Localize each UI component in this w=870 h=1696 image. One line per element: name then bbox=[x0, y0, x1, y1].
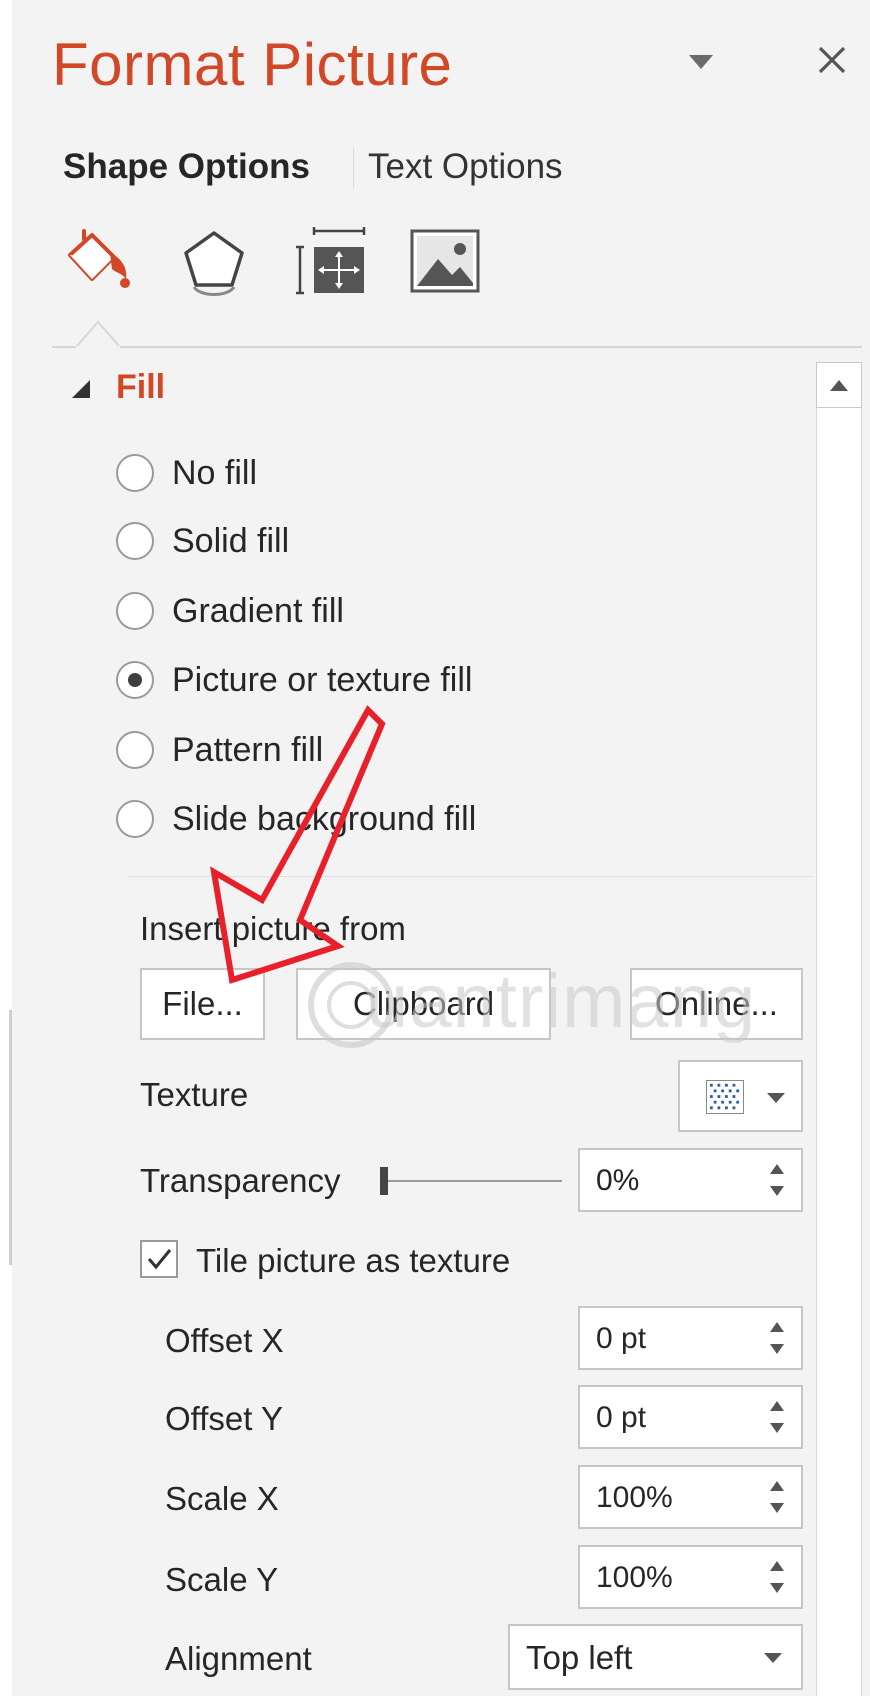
radio-button[interactable] bbox=[116, 800, 154, 838]
chevron-down-icon bbox=[764, 1653, 782, 1663]
radio-button[interactable] bbox=[116, 731, 154, 769]
scale-x-spinbox[interactable]: 100% bbox=[578, 1465, 803, 1529]
radio-label: Gradient fill bbox=[172, 591, 344, 630]
radio-pattern-fill[interactable]: Pattern fill bbox=[116, 726, 323, 774]
offset-x-spinbox[interactable]: 0 pt bbox=[578, 1306, 803, 1370]
chevron-down-icon bbox=[767, 1093, 785, 1103]
radio-button[interactable] bbox=[116, 522, 154, 560]
clipboard-button[interactable]: Clipboard bbox=[296, 968, 551, 1040]
radio-button[interactable] bbox=[116, 661, 154, 699]
spin-arrows-icon[interactable] bbox=[767, 1397, 787, 1437]
spin-arrows-icon[interactable] bbox=[767, 1318, 787, 1358]
radio-label: Pattern fill bbox=[172, 730, 324, 769]
transparency-slider-track[interactable] bbox=[384, 1180, 562, 1182]
insert-picture-from-label: Insert picture from bbox=[140, 910, 406, 947]
radio-label: Picture or texture fill bbox=[172, 660, 473, 699]
spin-value: 0% bbox=[596, 1164, 640, 1197]
scrollbar-track[interactable] bbox=[816, 362, 862, 1696]
online-button[interactable]: Online... bbox=[630, 968, 803, 1040]
select-value: Top left bbox=[526, 1639, 633, 1676]
task-pane-options-icon[interactable] bbox=[686, 50, 716, 74]
left-edge bbox=[0, 0, 12, 1696]
alignment-label: Alignment bbox=[165, 1640, 312, 1677]
radio-label: Slide background fill bbox=[172, 799, 477, 838]
spin-arrows-icon[interactable] bbox=[767, 1160, 787, 1200]
size-properties-icon[interactable] bbox=[294, 225, 370, 301]
offset-y-label: Offset Y bbox=[165, 1400, 284, 1437]
fill-line-icon[interactable] bbox=[62, 225, 138, 301]
spin-value: 100% bbox=[596, 1481, 673, 1514]
tab-shape-options[interactable]: Shape Options bbox=[63, 147, 310, 187]
radio-button[interactable] bbox=[116, 454, 154, 492]
selected-tab-indicator bbox=[73, 318, 123, 349]
texture-dropdown[interactable] bbox=[678, 1060, 803, 1132]
texture-swatch-icon bbox=[706, 1080, 744, 1114]
offset-x-label: Offset X bbox=[165, 1322, 284, 1359]
scale-y-label: Scale Y bbox=[165, 1561, 279, 1598]
tab-divider bbox=[52, 346, 862, 348]
collapse-triangle-icon[interactable] bbox=[70, 378, 92, 400]
close-icon[interactable] bbox=[812, 40, 852, 80]
radio-label: Solid fill bbox=[172, 521, 290, 560]
section-title-fill[interactable]: Fill bbox=[116, 368, 165, 407]
spin-arrows-icon[interactable] bbox=[767, 1477, 787, 1517]
radio-picture-texture-fill[interactable]: Picture or texture fill bbox=[116, 656, 472, 704]
scale-y-spinbox[interactable]: 100% bbox=[578, 1545, 803, 1609]
picture-icon[interactable] bbox=[408, 225, 484, 301]
alignment-select[interactable]: Top left bbox=[508, 1624, 803, 1690]
radio-button[interactable] bbox=[116, 592, 154, 630]
scale-x-label: Scale X bbox=[165, 1480, 279, 1517]
radio-slide-background-fill[interactable]: Slide background fill bbox=[116, 795, 476, 843]
effects-icon[interactable] bbox=[176, 225, 252, 301]
offset-y-spinbox[interactable]: 0 pt bbox=[578, 1385, 803, 1449]
radio-gradient-fill[interactable]: Gradient fill bbox=[116, 587, 344, 635]
section-subdivider bbox=[128, 876, 814, 877]
radio-solid-fill[interactable]: Solid fill bbox=[116, 517, 289, 565]
transparency-spinbox[interactable]: 0% bbox=[578, 1148, 803, 1212]
transparency-slider-thumb[interactable] bbox=[380, 1167, 388, 1195]
spin-value: 0 pt bbox=[596, 1401, 647, 1434]
spin-value: 100% bbox=[596, 1561, 673, 1594]
tile-picture-checkbox[interactable] bbox=[140, 1240, 178, 1278]
pane-title: Format Picture bbox=[52, 31, 453, 98]
tile-picture-label: Tile picture as texture bbox=[196, 1242, 511, 1279]
radio-no-fill[interactable]: No fill bbox=[116, 449, 257, 497]
checkmark-icon bbox=[147, 1249, 172, 1270]
texture-label: Texture bbox=[140, 1076, 249, 1113]
spin-arrows-icon[interactable] bbox=[767, 1557, 787, 1597]
scroll-up-button[interactable] bbox=[816, 362, 862, 408]
tab-separator bbox=[353, 148, 354, 188]
file-button[interactable]: File... bbox=[140, 968, 265, 1040]
radio-label: No fill bbox=[172, 453, 258, 492]
spin-value: 0 pt bbox=[596, 1322, 647, 1355]
transparency-label: Transparency bbox=[140, 1162, 341, 1199]
tab-text-options[interactable]: Text Options bbox=[368, 147, 563, 187]
